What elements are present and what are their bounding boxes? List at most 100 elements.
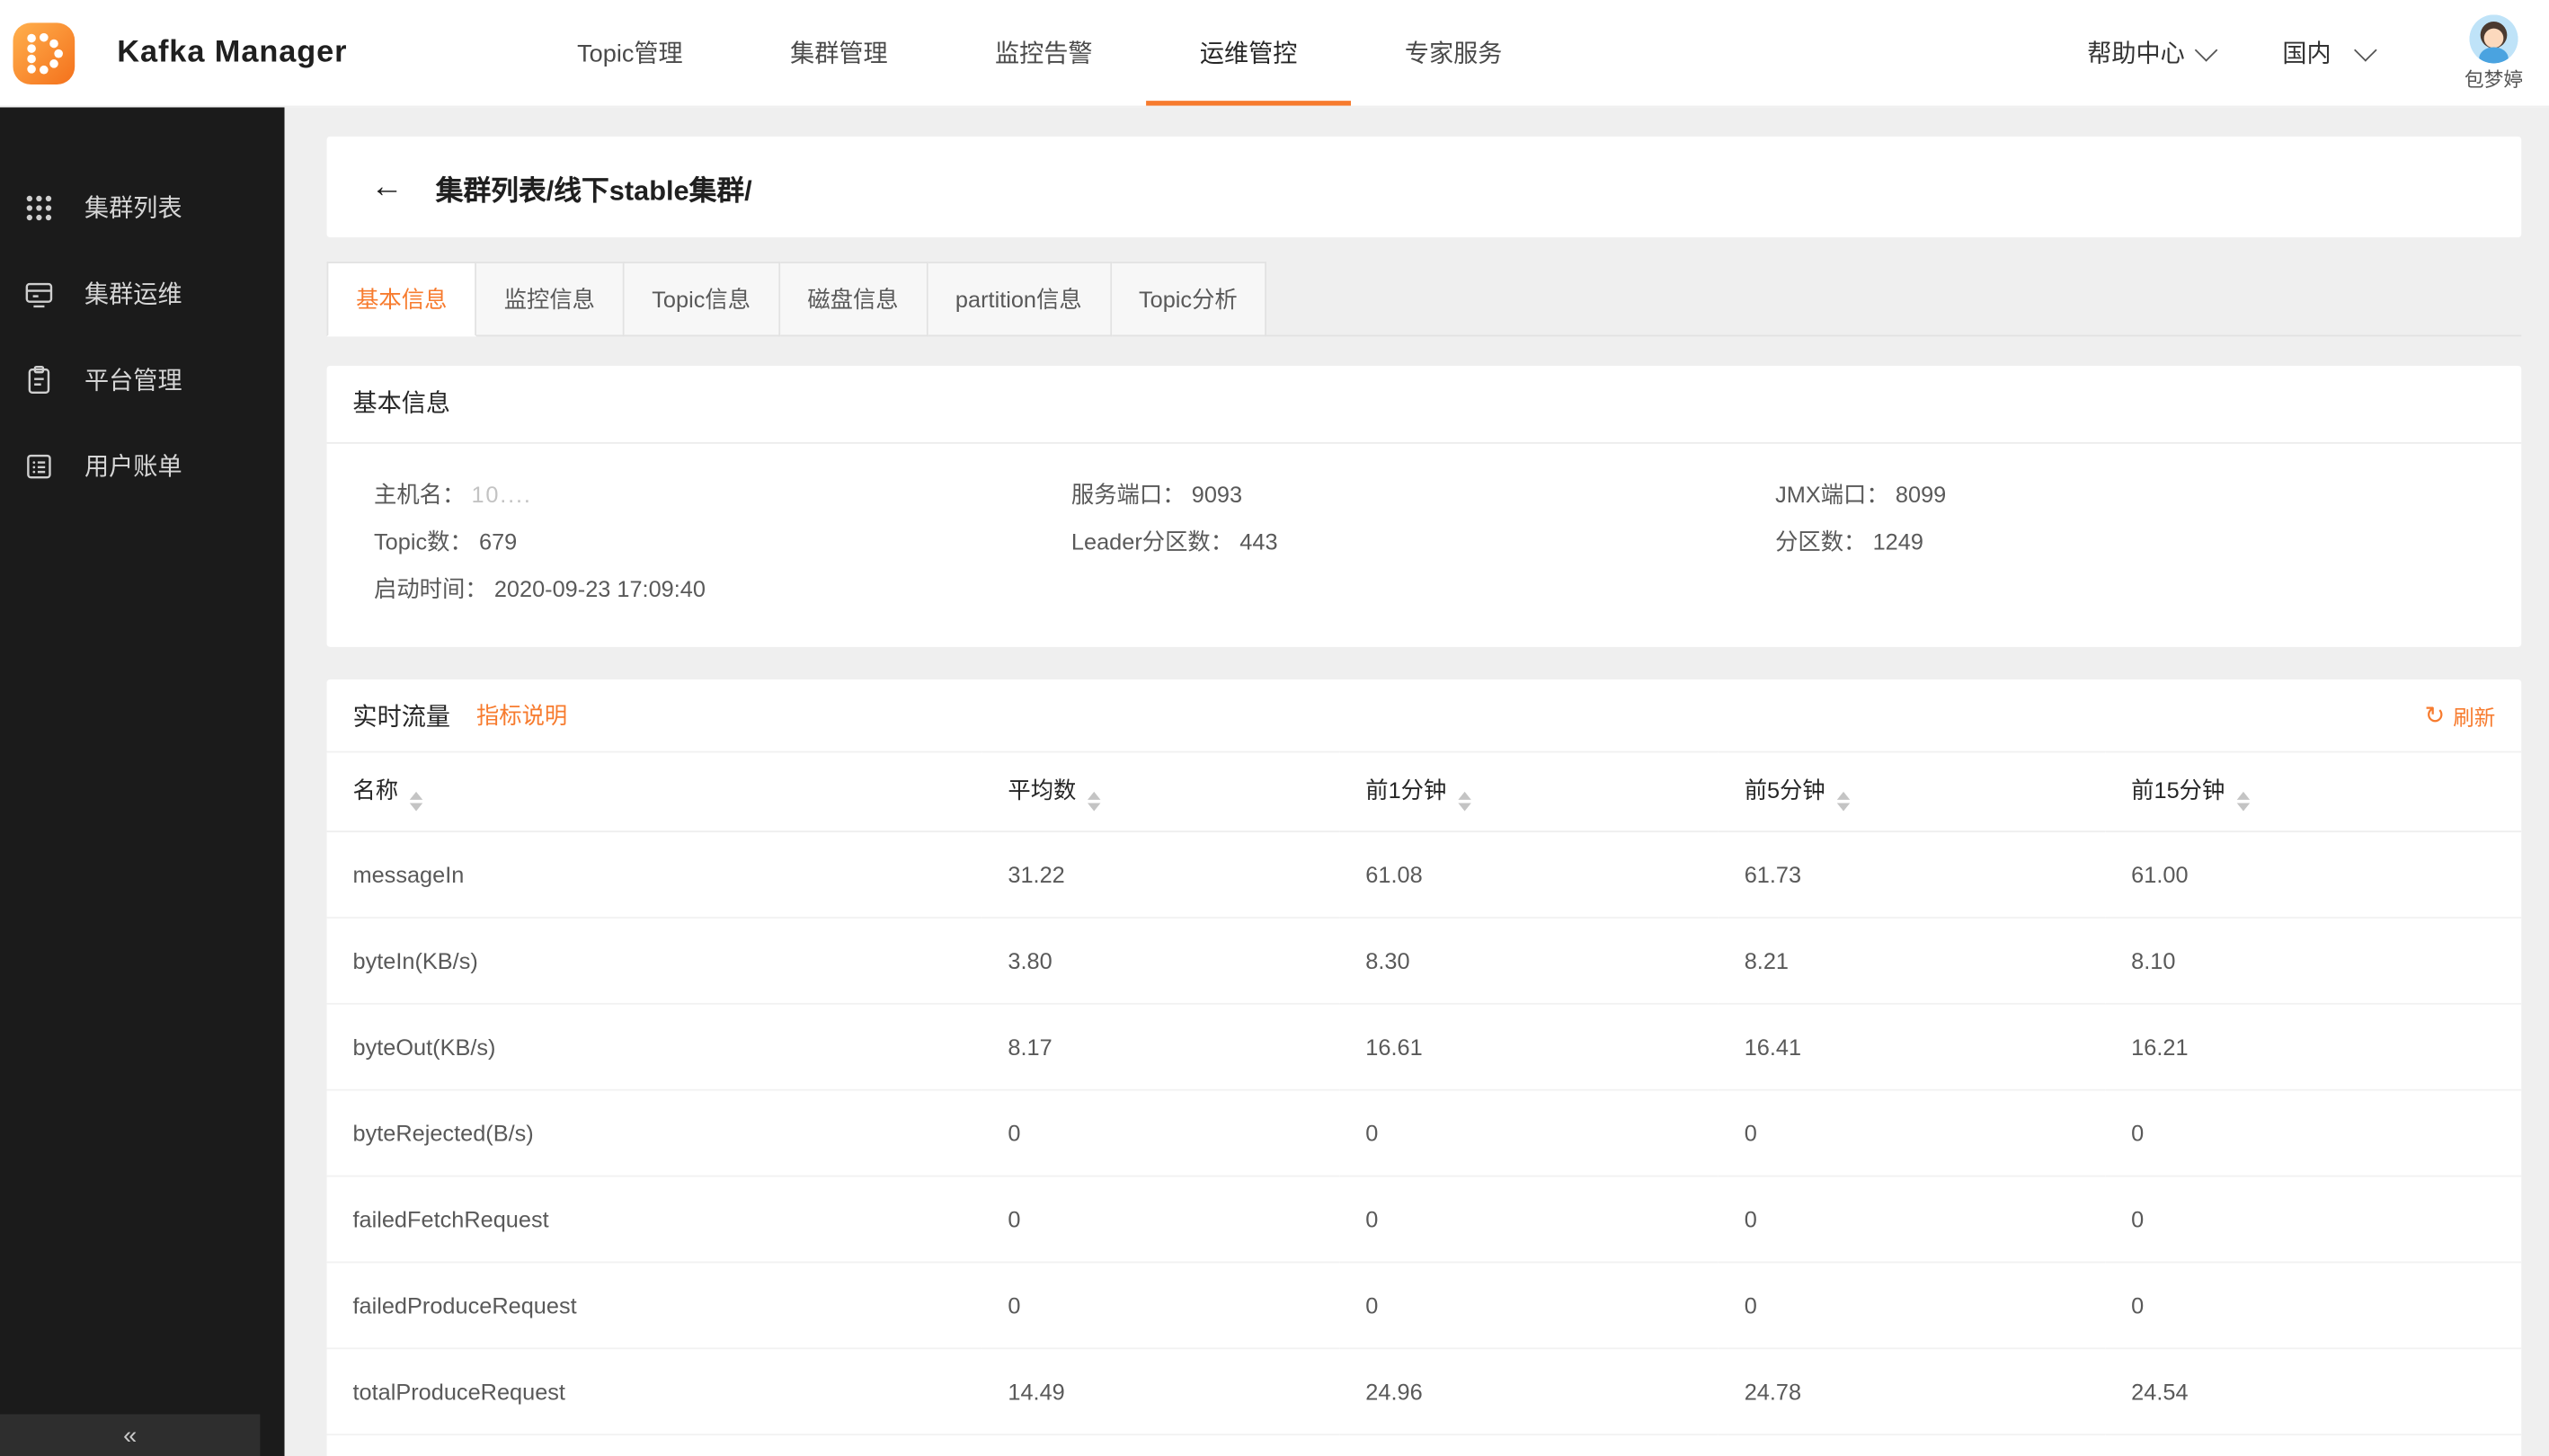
sort-icon[interactable]: [2236, 791, 2249, 811]
basic-info-card: 基本信息 主机名：10.... 服务端口：9093 JMX端口：8099 Top…: [327, 366, 2522, 647]
region-label: 国内: [2282, 36, 2331, 70]
metric-15min-cell: 21228.01: [2105, 1434, 2521, 1456]
metric-description-link[interactable]: 指标说明: [476, 699, 567, 732]
field-label: 分区数：: [1775, 528, 1866, 555]
metric-15min-cell: 16.21: [2105, 1004, 2521, 1090]
nav-item-cluster-manage[interactable]: 集群管理: [736, 0, 941, 106]
metric-1min-cell: 0: [1339, 1176, 1718, 1263]
sidebar-item-user-bill[interactable]: 用户账单: [0, 422, 285, 509]
metric-name-cell: byteOut(KB/s): [327, 1004, 982, 1090]
column-header-name[interactable]: 名称: [327, 752, 982, 832]
chevron-down-icon: [2195, 38, 2218, 61]
sidebar-items: 集群列表 集群运维 平: [0, 106, 285, 510]
table-row: totalProduceRequest 14.49 24.96 24.78 24…: [327, 1348, 2522, 1434]
table-row: totalFetchRequest 13308.80 21399.05 2140…: [327, 1434, 2522, 1456]
sidebar-collapse-button[interactable]: «: [0, 1415, 260, 1456]
metric-name-cell: byteIn(KB/s): [327, 918, 982, 1004]
column-header-last-5min[interactable]: 前5分钟: [1719, 752, 2105, 832]
table-row: failedFetchRequest 0 0 0 0: [327, 1176, 2522, 1263]
main-content: ← 集群列表/线下stable集群/ 基本信息 监控信息 Topic信息 磁盘信…: [285, 106, 2549, 1456]
sidebar-item-cluster-list[interactable]: 集群列表: [0, 164, 285, 251]
field-partition-count: 分区数：1249: [1775, 519, 2521, 565]
collapse-icon: «: [123, 1422, 137, 1450]
column-header-last-1min[interactable]: 前1分钟: [1339, 752, 1718, 832]
field-label: JMX端口：: [1775, 481, 1889, 507]
metric-name-cell: byteRejected(B/s): [327, 1090, 982, 1176]
tab-monitor-info[interactable]: 监控信息: [476, 262, 625, 336]
metric-15min-cell: 24.54: [2105, 1348, 2521, 1434]
table-row: byteOut(KB/s) 8.17 16.61 16.41 16.21: [327, 1004, 2522, 1090]
sort-icon[interactable]: [1836, 791, 1849, 811]
metric-avg-cell: 0: [981, 1176, 1339, 1263]
refresh-button[interactable]: ↻ 刷新: [2424, 700, 2495, 731]
back-button[interactable]: ←: [370, 171, 403, 203]
main-nav: Topic管理 集群管理 监控告警 运维管控 专家服务: [523, 0, 1556, 106]
metric-15min-cell: 61.00: [2105, 831, 2521, 918]
tab-disk-info[interactable]: 磁盘信息: [780, 262, 928, 336]
metric-5min-cell: 21401.62: [1719, 1434, 2105, 1456]
field-label: 主机名：: [374, 481, 465, 507]
app-root: Kafka Manager Topic管理 集群管理 监控告警 运维管控 专家服…: [0, 0, 2549, 1456]
field-service-port: 服务端口：9093: [1071, 472, 1775, 519]
app-logo-icon[interactable]: [13, 22, 75, 84]
field-value: 9093: [1192, 481, 1242, 507]
user-menu[interactable]: 包梦婷: [2465, 13, 2523, 92]
metric-15min-cell: 0: [2105, 1262, 2521, 1348]
metric-avg-cell: 3.80: [981, 918, 1339, 1004]
tab-partition-info[interactable]: partition信息: [928, 262, 1111, 336]
sort-icon[interactable]: [1088, 791, 1100, 811]
metric-avg-cell: 0: [981, 1262, 1339, 1348]
help-center-link[interactable]: 帮助中心: [2087, 36, 2210, 70]
metric-5min-cell: 0: [1719, 1262, 2105, 1348]
sort-icon[interactable]: [410, 791, 422, 811]
metric-15min-cell: 0: [2105, 1176, 2521, 1263]
column-header-last-15min[interactable]: 前15分钟: [2105, 752, 2521, 832]
avatar: [2469, 13, 2518, 62]
refresh-label: 刷新: [2453, 700, 2495, 731]
logo-dots-d: [13, 22, 75, 84]
basic-info-title: 基本信息: [327, 366, 2522, 444]
metric-name-cell: totalProduceRequest: [327, 1348, 982, 1434]
table-row: byteRejected(B/s) 0 0 0 0: [327, 1090, 2522, 1176]
field-hostname: 主机名：10....: [374, 472, 1071, 519]
metric-5min-cell: 0: [1719, 1176, 2105, 1263]
chevron-down-icon: [2354, 38, 2377, 61]
field-value: 2020-09-23 17:09:40: [494, 575, 706, 601]
metric-15min-cell: 8.10: [2105, 918, 2521, 1004]
header-right: 帮助中心 国内: [2087, 0, 2523, 106]
table-row: messageIn 31.22 61.08 61.73 61.00: [327, 831, 2522, 918]
metric-avg-cell: 31.22: [981, 831, 1339, 918]
sidebar-item-platform-manage[interactable]: 平台管理: [0, 336, 285, 422]
metric-avg-cell: 14.49: [981, 1348, 1339, 1434]
sidebar-item-label: 集群列表: [84, 191, 182, 225]
field-label: Leader分区数：: [1071, 528, 1233, 555]
metric-15min-cell: 0: [2105, 1090, 2521, 1176]
metric-5min-cell: 0: [1719, 1090, 2105, 1176]
tab-basic-info[interactable]: 基本信息: [327, 262, 476, 336]
platform-manage-icon: [22, 363, 55, 395]
metric-5min-cell: 61.73: [1719, 831, 2105, 918]
metric-avg-cell: 8.17: [981, 1004, 1339, 1090]
sidebar-item-cluster-ops[interactable]: 集群运维: [0, 251, 285, 337]
field-topic-count: Topic数：679: [374, 519, 1071, 565]
field-value: 679: [479, 528, 517, 555]
nav-item-monitor-alert[interactable]: 监控告警: [941, 0, 1146, 106]
region-selector[interactable]: 国内: [2282, 36, 2370, 70]
field-label: Topic数：: [374, 528, 473, 555]
tab-topic-info[interactable]: Topic信息: [625, 262, 780, 336]
nav-item-topic-manage[interactable]: Topic管理: [523, 0, 736, 106]
metric-name-cell: failedFetchRequest: [327, 1176, 982, 1263]
field-value: 443: [1239, 528, 1277, 555]
nav-item-expert-service[interactable]: 专家服务: [1351, 0, 1556, 106]
sidebar: 集群列表 集群运维 平: [0, 106, 285, 1456]
metric-5min-cell: 8.21: [1719, 918, 2105, 1004]
metric-1min-cell: 61.08: [1339, 831, 1718, 918]
help-center-label: 帮助中心: [2087, 36, 2185, 70]
sort-icon[interactable]: [1458, 791, 1470, 811]
field-jmx-port: JMX端口：8099: [1775, 472, 2521, 519]
column-header-avg[interactable]: 平均数: [981, 752, 1339, 832]
avatar-image: [2469, 13, 2518, 62]
nav-item-ops-control[interactable]: 运维管控: [1146, 0, 1351, 106]
tab-topic-analysis[interactable]: Topic分析: [1111, 262, 1266, 336]
metric-1min-cell: 21399.05: [1339, 1434, 1718, 1456]
